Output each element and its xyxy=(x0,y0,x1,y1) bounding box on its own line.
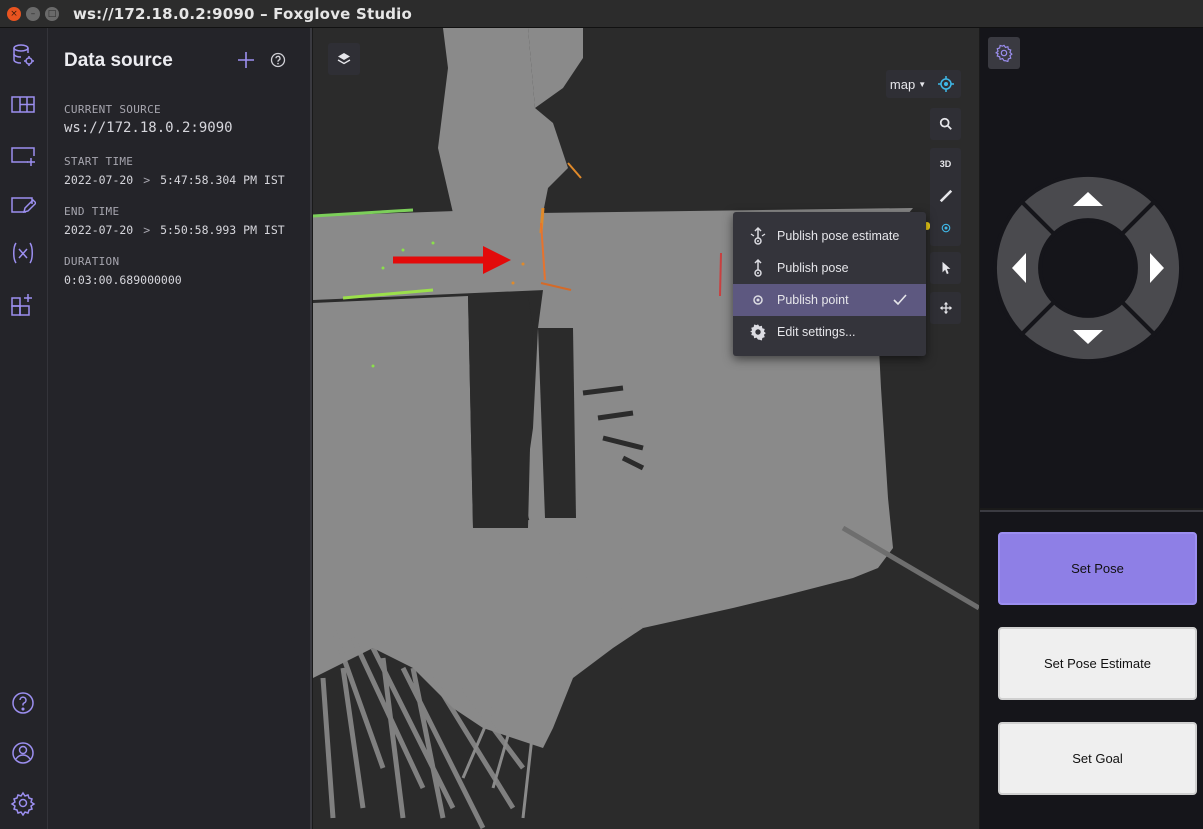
data-source-icon[interactable] xyxy=(8,40,38,70)
publish-menu: Publish pose estimate Publish pose Publi… xyxy=(733,212,926,356)
publish-button[interactable] xyxy=(930,212,961,244)
duration-label: DURATION xyxy=(64,255,120,268)
frame-select[interactable]: map ▼ xyxy=(886,70,930,98)
panel-title: Data source xyxy=(64,50,173,71)
start-date: 2022-07-20 xyxy=(64,173,134,187)
end-time-value: 2022-07-20 > 5:50:58.993 PM IST xyxy=(64,223,285,237)
set-pose-button[interactable]: Set Pose xyxy=(998,532,1197,605)
gear-icon xyxy=(995,44,1013,62)
add-panel-icon[interactable] xyxy=(8,140,38,170)
direction-pad xyxy=(993,173,1183,363)
pan-tool-button[interactable] xyxy=(930,292,961,324)
menu-item-publish-pose-estimate[interactable]: Publish pose estimate xyxy=(733,220,926,252)
search-button[interactable] xyxy=(930,108,961,140)
window-maximize-button[interactable]: □ xyxy=(45,6,59,21)
ruler-button[interactable] xyxy=(930,180,961,212)
help-icon[interactable] xyxy=(270,52,286,68)
pose-estimate-icon xyxy=(747,225,769,247)
3d-map-panel[interactable]: map ▼ 3D xyxy=(313,28,979,829)
settings-icon[interactable] xyxy=(8,788,38,818)
chevron-right-icon: > xyxy=(143,223,151,237)
chevron-right-icon: > xyxy=(143,173,151,187)
ruler-icon xyxy=(939,189,952,203)
crosshair-icon xyxy=(937,76,954,92)
menu-item-edit-settings[interactable]: Edit settings... xyxy=(733,316,926,348)
window-close-button[interactable]: × xyxy=(7,6,21,21)
help-icon[interactable] xyxy=(8,688,38,718)
end-date: 2022-07-20 xyxy=(64,223,134,237)
search-icon xyxy=(939,117,952,130)
teleop-panel xyxy=(980,28,1203,508)
data-source-panel: Data source CURRENT SOURCE ws://172.18.0… xyxy=(48,28,312,829)
extensions-icon[interactable] xyxy=(8,290,38,320)
point-icon xyxy=(747,289,769,311)
publish-point-icon xyxy=(941,223,950,233)
move-icon xyxy=(939,301,952,315)
duration-value: 0:03:00.689000000 xyxy=(64,273,182,287)
panel-settings-icon[interactable] xyxy=(8,190,38,220)
window-title: ws://172.18.0.2:9090 – Foxglove Studio xyxy=(73,4,412,23)
checkmark-icon xyxy=(893,294,907,306)
current-source-value: ws://172.18.0.2:9090 xyxy=(64,120,233,136)
pose-buttons-panel: Set Pose Set Pose Estimate Set Goal xyxy=(980,510,1203,829)
account-icon[interactable] xyxy=(8,738,38,768)
menu-item-label: Publish pose xyxy=(777,261,849,275)
menu-item-label: Edit settings... xyxy=(777,325,856,339)
menu-item-publish-pose[interactable]: Publish pose xyxy=(733,252,926,284)
add-data-source-icon[interactable] xyxy=(236,50,256,70)
toggle-3d-button[interactable]: 3D xyxy=(930,148,961,180)
menu-item-label: Publish point xyxy=(777,293,849,307)
panel-settings-button[interactable] xyxy=(988,37,1020,69)
select-tool-button[interactable] xyxy=(930,252,961,284)
start-time-label: START TIME xyxy=(64,155,134,168)
set-goal-button[interactable]: Set Goal xyxy=(998,722,1197,795)
current-source-label: CURRENT SOURCE xyxy=(64,103,161,116)
frame-value: map xyxy=(889,76,916,92)
layers-button[interactable] xyxy=(328,43,360,75)
menu-item-label: Publish pose estimate xyxy=(777,229,900,243)
window-minimize-button[interactable]: – xyxy=(26,6,40,21)
window-titlebar: × – □ ws://172.18.0.2:9090 – Foxglove St… xyxy=(0,0,1203,28)
layouts-icon[interactable] xyxy=(8,90,38,120)
layers-icon xyxy=(337,53,351,65)
pose-icon xyxy=(747,257,769,279)
end-time: 5:50:58.993 PM IST xyxy=(160,223,285,237)
follow-mode-button[interactable] xyxy=(930,70,961,98)
end-time-label: END TIME xyxy=(64,205,120,218)
start-time: 5:47:58.304 PM IST xyxy=(160,173,285,187)
cursor-icon xyxy=(942,261,950,275)
sidebar-icon-bar xyxy=(0,28,48,829)
set-pose-estimate-button[interactable]: Set Pose Estimate xyxy=(998,627,1197,700)
variables-icon[interactable] xyxy=(8,238,38,268)
gear-icon xyxy=(747,321,769,343)
caret-down-icon: ▼ xyxy=(918,79,927,89)
start-time-value: 2022-07-20 > 5:47:58.304 PM IST xyxy=(64,173,285,187)
menu-item-publish-point[interactable]: Publish point xyxy=(733,284,926,316)
occupancy-grid-map[interactable] xyxy=(313,28,979,829)
view-tools: 3D xyxy=(930,148,961,246)
